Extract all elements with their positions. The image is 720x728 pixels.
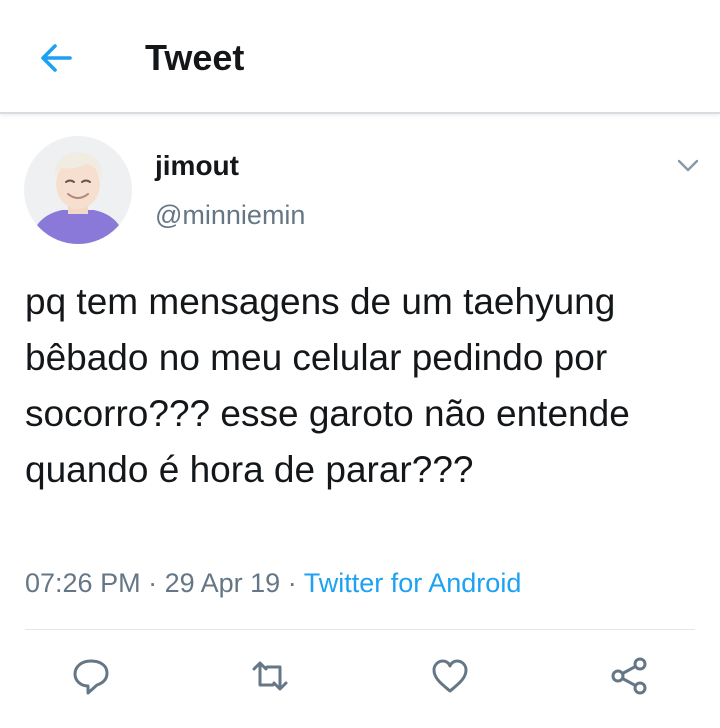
tweet-options-button[interactable] bbox=[672, 150, 704, 182]
user-avatar-icon bbox=[24, 136, 132, 244]
tweet-text: pq tem mensagens de um taehyung bêbado n… bbox=[25, 281, 630, 490]
avatar[interactable] bbox=[24, 136, 132, 244]
reply-button[interactable] bbox=[70, 655, 112, 697]
tweet-time: 07:26 PM bbox=[25, 568, 141, 598]
tweet-metadata: 07:26 PM · 29 Apr 19 · Twitter for Andro… bbox=[25, 565, 521, 601]
top-app-bar: Tweet bbox=[0, 0, 720, 114]
like-button[interactable] bbox=[429, 655, 471, 697]
author-display-name[interactable]: jimout bbox=[155, 149, 239, 183]
page-title: Tweet bbox=[145, 37, 245, 78]
tweet-source-link[interactable]: Twitter for Android bbox=[304, 568, 522, 598]
meta-separator: · bbox=[287, 568, 297, 598]
share-button[interactable] bbox=[608, 655, 650, 697]
author-handle[interactable]: @minniemin bbox=[155, 198, 305, 232]
reply-icon bbox=[73, 659, 109, 695]
share-icon bbox=[611, 657, 647, 695]
meta-separator: · bbox=[148, 568, 158, 598]
chevron-down-icon bbox=[677, 159, 699, 172]
divider bbox=[25, 629, 695, 630]
retweet-icon bbox=[252, 661, 288, 691]
retweet-button[interactable] bbox=[249, 655, 291, 697]
back-arrow-icon bbox=[41, 44, 72, 72]
back-button[interactable] bbox=[34, 36, 78, 80]
heart-icon bbox=[432, 659, 468, 693]
tweet-date: 29 Apr 19 bbox=[164, 568, 281, 598]
